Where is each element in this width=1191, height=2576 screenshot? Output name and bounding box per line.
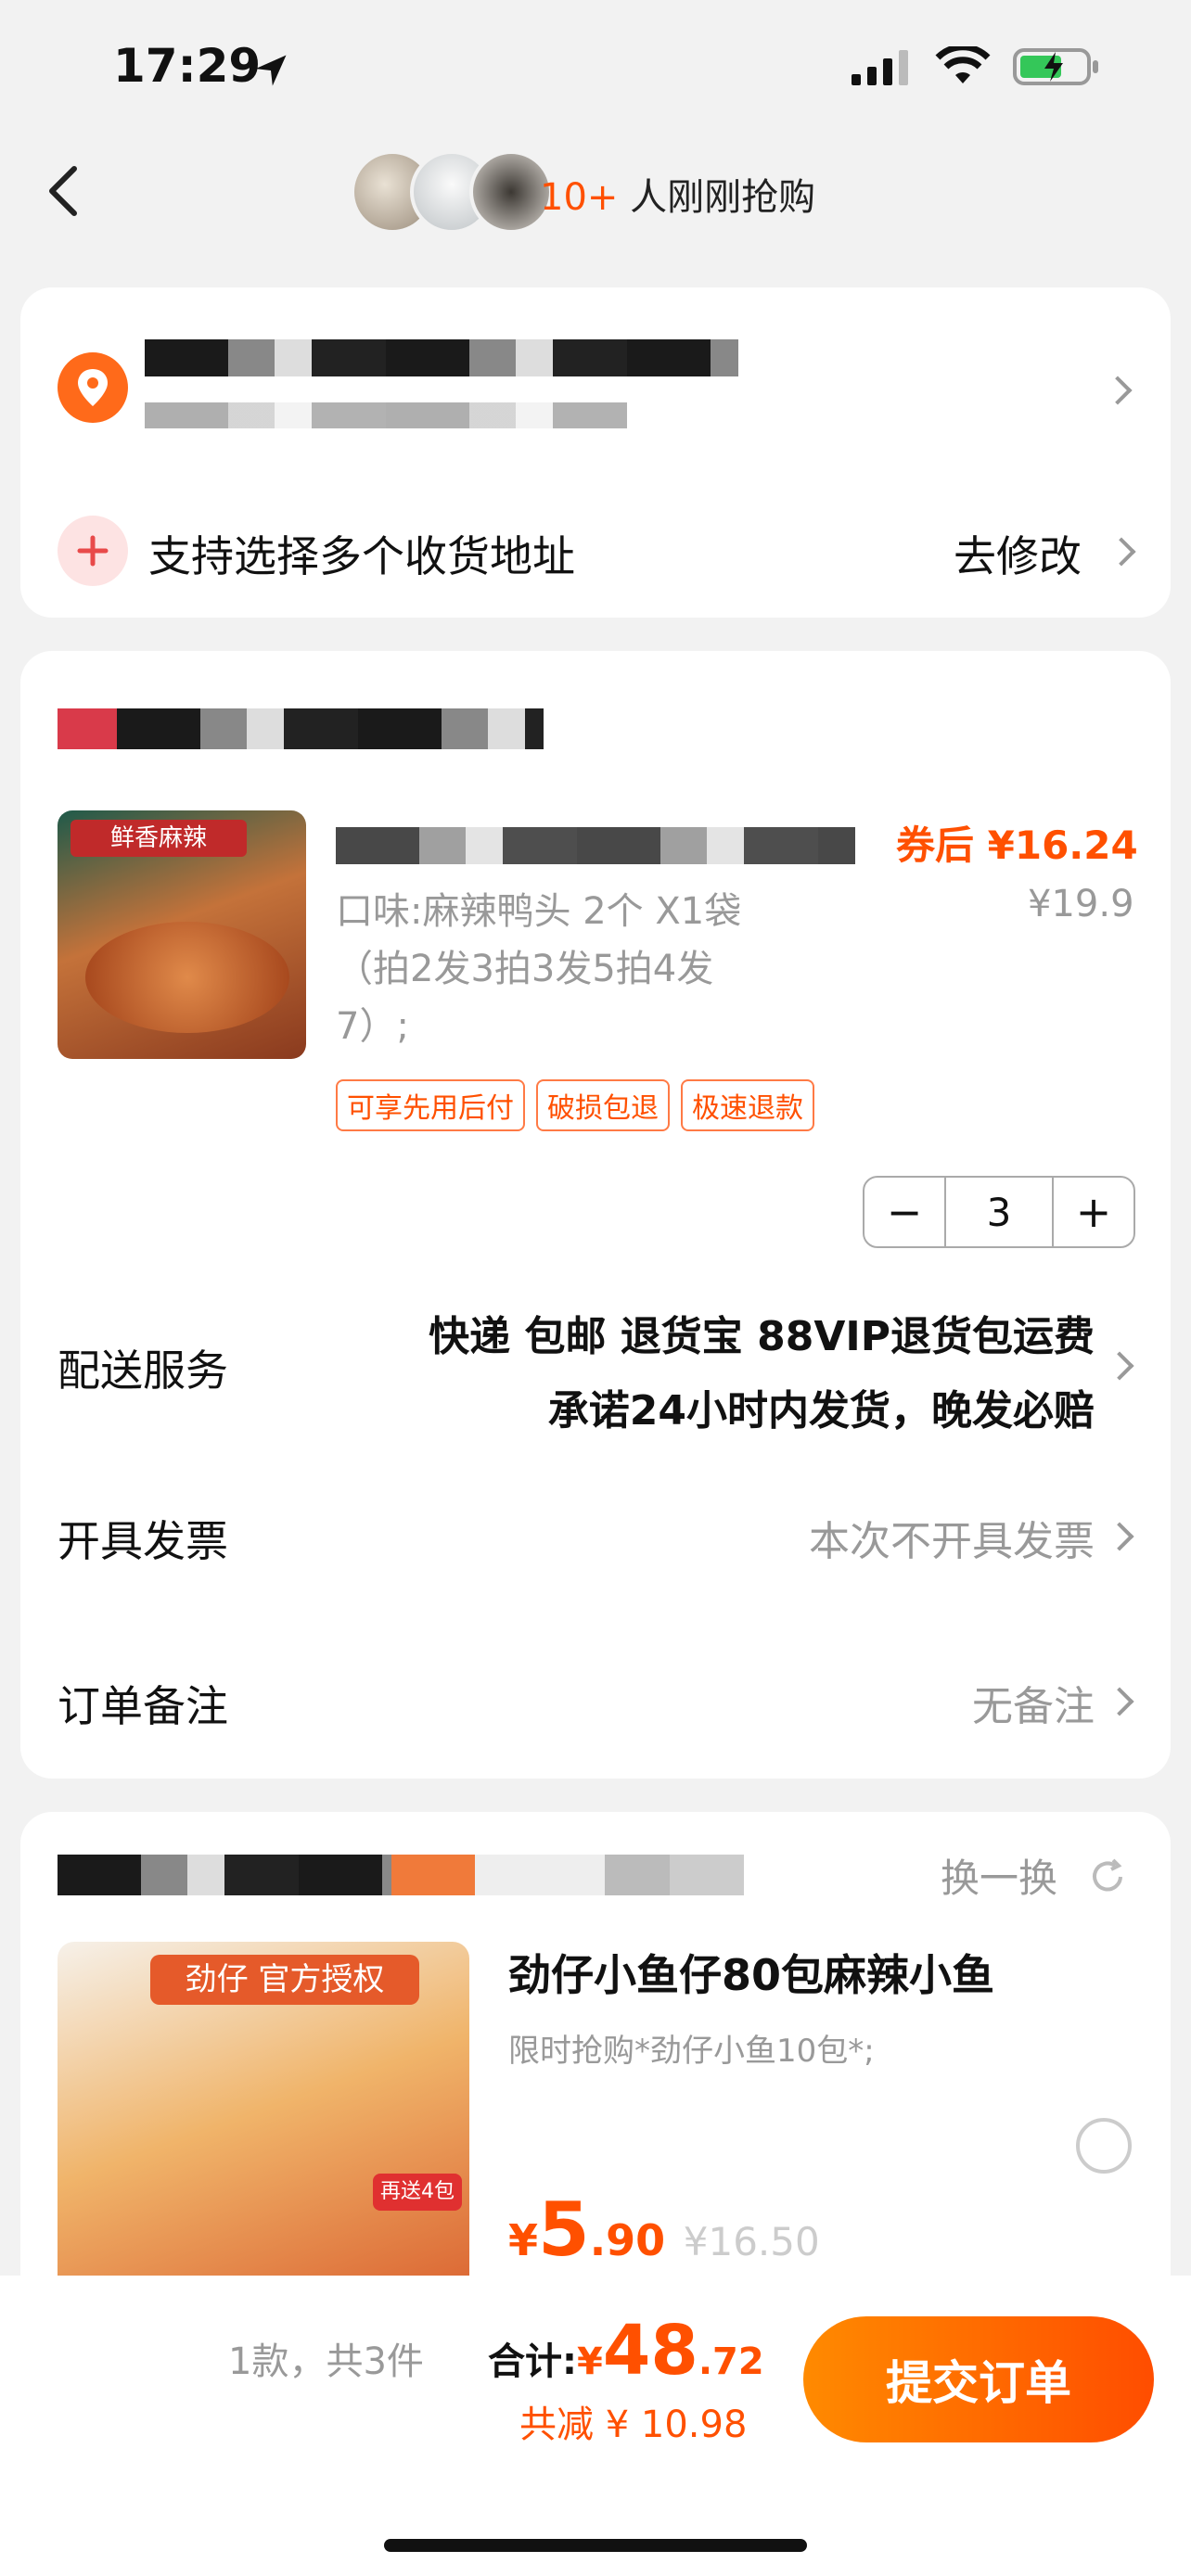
price-after-coupon: 券后 ¥16.24: [896, 814, 1138, 871]
delivery-line: 承诺24小时内发货，晚发必赔: [547, 1387, 1095, 1435]
battery-charging-icon: [1013, 48, 1098, 85]
buyer-avatars: [351, 150, 553, 234]
total-saved: 共减 ¥ 10.98: [519, 2404, 748, 2446]
invoice-label: 开具发票: [58, 1516, 228, 1566]
quantity-stepper: − 3 +: [863, 1176, 1135, 1248]
order-total: 合计:¥48.72: [488, 2311, 764, 2391]
delivery-service[interactable]: 快递 包邮 退货宝 88VIP退货包运费 承诺24小时内发货，晚发必赔: [429, 1300, 1095, 1448]
tag-pay-later: 可享先用后付: [336, 1079, 525, 1131]
submit-order-button[interactable]: 提交订单: [803, 2316, 1154, 2442]
redacted-product-title: [336, 827, 855, 864]
original-price: ¥19.9: [1028, 883, 1134, 925]
recommend-image-authorized: 官方授权: [258, 1961, 385, 1998]
order-note-value[interactable]: 无备注: [972, 1673, 1095, 1732]
redacted-recommend-store: [58, 1855, 391, 1895]
tag-damage-refund: 破损包退: [536, 1079, 670, 1131]
invoice-value[interactable]: 本次不开具发票: [809, 1508, 1095, 1567]
address-card: 支持选择多个收货地址 去修改: [20, 287, 1171, 618]
total-decimal: .72: [698, 2340, 764, 2383]
service-tags: 可享先用后付 破损包退 极速退款: [336, 1079, 826, 1131]
recent-buyers-count: 10+: [540, 176, 619, 219]
quantity-value[interactable]: 3: [944, 1178, 1054, 1246]
location-arrow-icon: [250, 50, 291, 95]
item-summary: 1款，共3件: [228, 2340, 424, 2383]
price-decimal: .90: [589, 2215, 666, 2265]
recommend-image-promo: 再送4包: [373, 2174, 462, 2211]
delivery-label: 配送服务: [58, 1345, 228, 1396]
recent-buyers-label: 人刚刚抢购: [630, 176, 816, 219]
price-integer: 5: [538, 2187, 590, 2273]
location-pin-icon: [58, 352, 128, 423]
cellular-signal-icon: [852, 50, 908, 85]
recommend-image-brand: 劲仔: [185, 1961, 249, 1998]
back-button[interactable]: [43, 163, 83, 219]
product-spec: 口味:麻辣鸭头 2个 X1袋 （拍2发3拍3发5拍4发 7）;: [336, 883, 741, 1055]
redacted-recommend-store-2: [391, 1855, 744, 1895]
total-integer: 48: [602, 2311, 698, 2391]
price-after-value: ¥16.24: [987, 823, 1138, 868]
product-image[interactable]: 鲜香麻辣: [58, 810, 306, 1059]
edit-address-link[interactable]: 去修改: [954, 523, 1082, 584]
recommend-image-badge: 劲仔 官方授权: [150, 1955, 419, 2005]
store-logo: [58, 708, 117, 749]
recommend-card: 换一换 劲仔 官方授权 再送4包 劲仔小鱼仔80包麻辣小鱼 限时抢购*劲仔小鱼1…: [20, 1812, 1171, 2331]
swap-button[interactable]: 换一换: [941, 1847, 1057, 1904]
add-address-icon[interactable]: [58, 516, 128, 586]
recommend-price: ¥5.90 ¥16.50: [508, 2187, 820, 2273]
redacted-address-detail: [145, 402, 627, 428]
tag-fast-refund: 极速退款: [681, 1079, 814, 1131]
recommend-subtitle: 限时抢购*劲仔小鱼10包*;: [508, 2033, 875, 2070]
status-icons: [852, 46, 1100, 87]
spec-line: 7）;: [336, 1005, 409, 1048]
refresh-icon[interactable]: [1087, 1856, 1128, 1901]
total-symbol: ¥: [577, 2340, 603, 2383]
total-label: 合计:: [488, 2340, 577, 2383]
price-symbol: ¥: [508, 2215, 539, 2265]
redacted-address: [145, 339, 738, 376]
increase-button[interactable]: +: [1054, 1178, 1133, 1246]
multi-address-label[interactable]: 支持选择多个收货地址: [148, 523, 575, 584]
product-image-food: [85, 922, 289, 1033]
order-note-label: 订单备注: [58, 1681, 228, 1731]
chevron-right-icon[interactable]: [1103, 376, 1133, 405]
recommend-original-price: ¥16.50: [683, 2219, 820, 2264]
delivery-line: 快递 包邮 退货宝 88VIP退货包运费: [429, 1313, 1095, 1360]
select-radio[interactable]: [1076, 2118, 1132, 2174]
recent-buyers-text: 10+ 人刚刚抢购: [540, 167, 815, 221]
recommend-image[interactable]: 劲仔 官方授权 再送4包: [58, 1942, 469, 2331]
decrease-button[interactable]: −: [864, 1178, 944, 1246]
status-time: 17:29: [113, 39, 262, 93]
wifi-icon: [935, 46, 991, 83]
home-indicator: [384, 2539, 807, 2552]
chevron-right-icon: [1107, 537, 1136, 567]
spec-line: 口味:麻辣鸭头 2个 X1袋: [336, 890, 742, 933]
coupon-label: 券后: [896, 823, 975, 868]
product-image-caption: 鲜香麻辣: [70, 820, 247, 857]
spec-line: （拍2发3拍3发5拍4发: [336, 948, 714, 990]
redacted-store-name: [117, 708, 544, 749]
recommend-title[interactable]: 劲仔小鱼仔80包麻辣小鱼: [508, 1942, 994, 2003]
